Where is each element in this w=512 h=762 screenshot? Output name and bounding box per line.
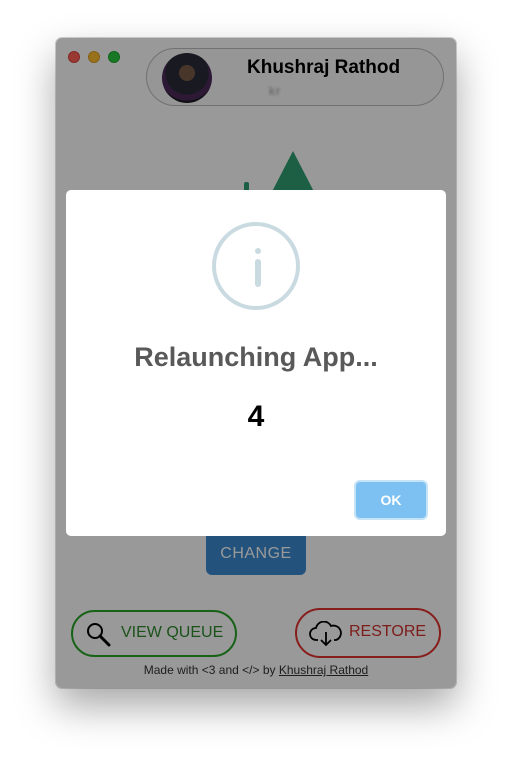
ok-button[interactable]: OK (356, 482, 426, 518)
countdown-number: 4 (247, 400, 265, 433)
app-window: Khushraj Rathod kr CHANGE VIEW QUEUE RES… (56, 38, 456, 688)
relaunch-dialog: Relaunching App... 4 OK (66, 190, 446, 536)
dialog-title: Relaunching App... (134, 342, 378, 372)
info-icon (212, 222, 300, 310)
